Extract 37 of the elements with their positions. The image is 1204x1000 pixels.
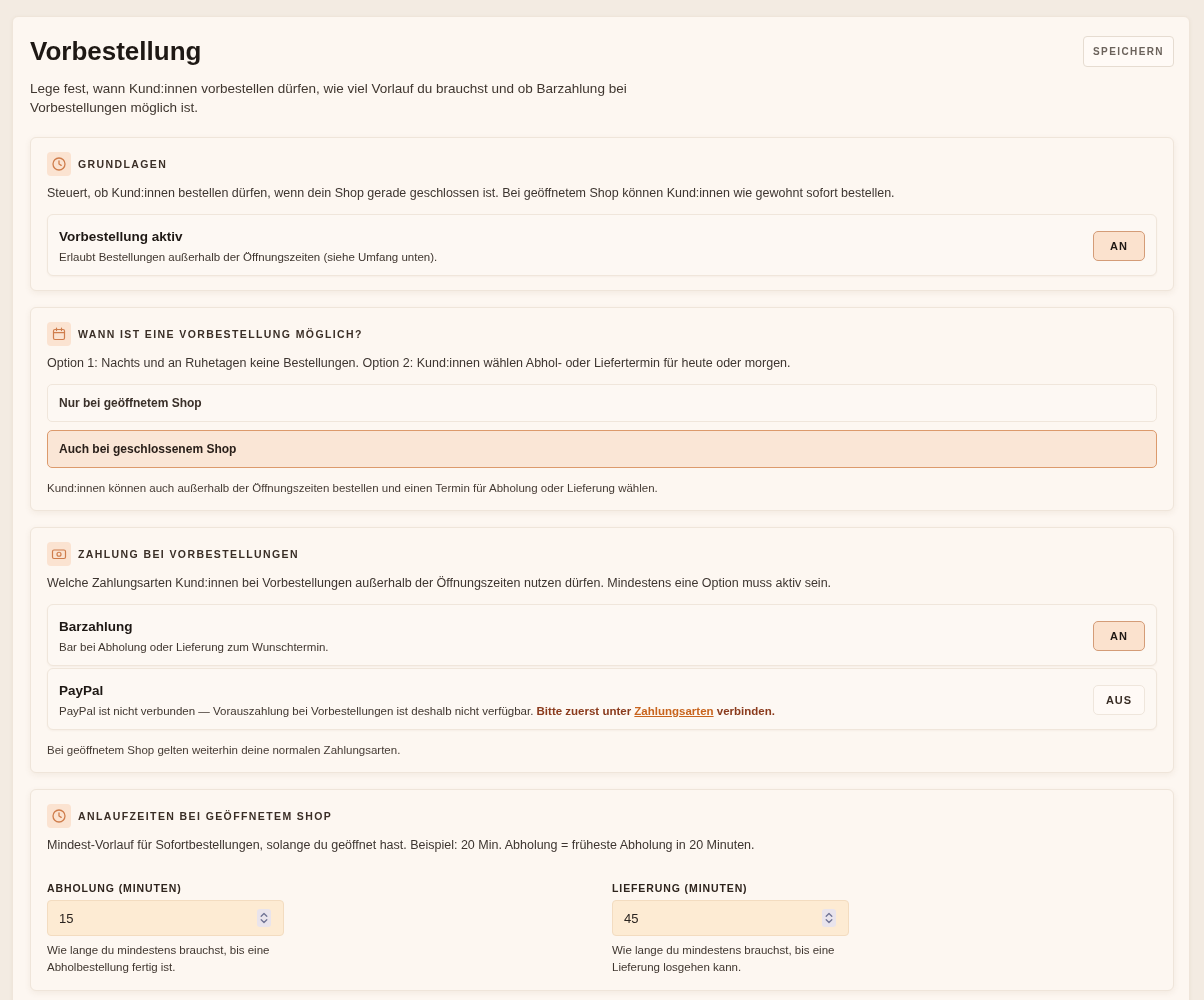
section-description: Mindest-Vorlauf für Sofortbestellungen, solange du geöffnet hast. Beispiel: 20 Min. Abholung = früheste Abholung in 20 Minuten. [47,837,756,854]
section-heading: ZAHLUNG BEI VORBESTELLUNGEN [78,548,299,560]
clock-icon [47,804,71,828]
calendar-icon [47,322,71,346]
section-heading: GRUNDLAGEN [78,158,168,170]
field-label: LIEFERUNG (MINUTEN) [612,881,749,895]
section-note: Kund:innen können auch außerhalb der Öffnungszeiten bestellen und einen Termin für Abholung oder Lieferung wählen. [47,481,659,496]
field-hint: Wie lange du mindestens brauchst, bis eine Abholbestellung fertig ist. [47,943,271,975]
spinner-icon[interactable] [257,909,271,927]
toggle-button[interactable]: AUS [1093,685,1145,715]
banknote-icon [47,542,71,566]
setting-title: Vorbestellung aktiv [59,227,184,246]
setting-title: Barzahlung [59,617,134,636]
field-hint: Wie lange du mindestens brauchst, bis eine Lieferung losgehen kann. [612,943,836,975]
section-description: Welche Zahlungsarten Kund:innen bei Vorbestellungen außerhalb der Öffnungszeiten nutzen dürfen. Mindestens eine Option muss aktiv sein. [47,575,833,592]
spinner-icon[interactable] [822,909,836,927]
option-button[interactable]: Nur bei geöffnetem Shop [47,384,1157,422]
payment-methods-link[interactable]: Zahlungsarten [634,704,714,717]
section-description: Option 1: Nachts und an Ruhetagen keine Bestellungen. Option 2: Kund:innen wählen Abhol- oder Liefertermin für heute oder morgen. [47,355,792,372]
setting-description: PayPal ist nicht verbunden — Vorauszahlung bei Vorbestellungen ist deshalb nicht verfügbar. Bitte zuerst unter Zahlungsarten verbinden. [59,703,775,719]
section-heading: WANN IST EINE VORBESTELLUNG MÖGLICH? [78,328,363,340]
section-description: Steuert, ob Kund:innen bestellen dürfen, wenn dein Shop gerade geschlossen ist. Bei geöffnetem Shop können Kund:innen wie gewohnt sofort bestellen. [47,185,896,202]
section-note: Bei geöffnetem Shop gelten weiterhin deine normalen Zahlungsarten. [47,743,402,758]
number-field[interactable]: 45 [612,900,849,936]
option-button[interactable]: Auch bei geschlossenem Shop [47,430,1157,468]
page-title: Vorbestellung [30,35,203,67]
setting-description: Erlaubt Bestellungen außerhalb der Öffnungszeiten (siehe Umfang unten). [59,249,438,265]
section-heading: ANLAUFZEITEN BEI GEÖFFNETEM SHOP [78,810,333,822]
setting-description: Bar bei Abholung oder Lieferung zum Wunschtermin. [59,639,329,655]
toggle-button[interactable]: AN [1093,621,1145,651]
toggle-button[interactable]: AN [1093,231,1145,261]
number-field[interactable]: 15 [47,900,284,936]
clock-icon [47,152,71,176]
field-label: ABHOLUNG (MINUTEN) [47,881,183,895]
save-button[interactable]: SPEICHERN [1083,36,1174,67]
page-description: Lege fest, wann Kund:innen vorbestellen dürfen, wie viel Vorlauf du brauchst und ob Barzahlung bei Vorbestellungen möglich ist. [30,80,628,117]
setting-title: PayPal [59,681,105,700]
